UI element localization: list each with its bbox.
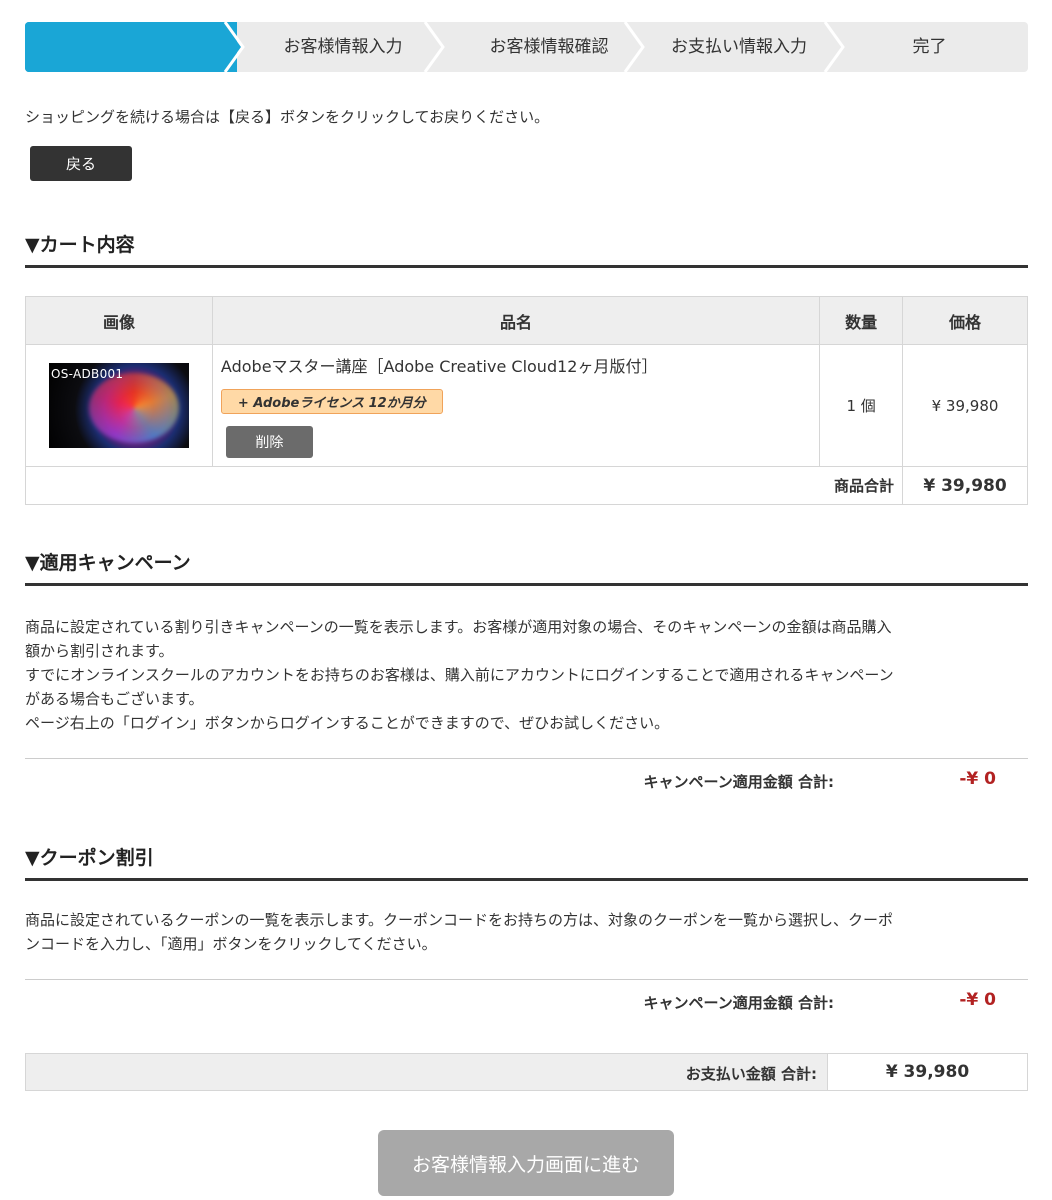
campaign-line: ページ右上の「ログイン」ボタンからログインすることができますので、ぜひお試しくだ… <box>25 714 670 732</box>
payment-total-label: お支払い金額 合計: <box>685 1065 817 1083</box>
step-complete: 完了 <box>912 37 947 57</box>
quantity-cell: 1 個 <box>819 344 904 467</box>
campaign-sum-label: キャンペーン適用金額 合計: <box>643 773 834 791</box>
checkout-steps: カート内容 お客様情報入力 お客様情報確認 お支払い情報入力 完了 <box>25 22 1028 72</box>
subtotal-label: 商品合計 <box>24 466 904 505</box>
step-cart: カート内容 <box>25 22 237 72</box>
license-option-badge: + Adobeライセンス 12か月分 <box>220 389 443 414</box>
header-image: 画像 <box>25 296 213 345</box>
price-cell: ¥ 39,980 <box>902 344 1028 467</box>
campaign-line: すでにオンラインスクールのアカウントをお持ちのお客様は、購入前にアカウントにログ… <box>25 666 894 684</box>
continue-shopping-instruction: ショッピングを続ける場合は【戻る】ボタンをクリックしてお戻りください。 <box>25 108 550 126</box>
header-name: 品名 <box>211 296 821 345</box>
cart-section-title: ▼カート内容 <box>25 230 1028 268</box>
step-payment-info: お支払い情報入力 <box>671 37 807 57</box>
product-name-cell: Adobeマスター講座［Adobe Creative Cloud12ヶ月版付］ … <box>211 344 821 467</box>
cart-table-header: 画像 品名 数量 価格 <box>25 296 1028 345</box>
campaign-description: 商品に設定されている割り引きキャンペーンの一覧を表示します。お客様が適用対象の場… <box>25 615 1028 735</box>
coupon-sum-row: キャンペーン適用金額 合計: -¥ 0 <box>25 979 1028 1023</box>
payment-total-value: ¥ 39,980 <box>827 1054 1027 1090</box>
coupon-line: ンコードを入力し、「適用」ボタンをクリックしてください。 <box>25 935 437 953</box>
campaign-line: がある場合もございます。 <box>25 690 204 708</box>
subtotal-value: ¥ 39,980 <box>902 466 1028 505</box>
coupon-line: 商品に設定されているクーポンの一覧を表示します。クーポンコードをお持ちの方は、対… <box>25 911 894 929</box>
campaign-section-title: ▼適用キャンペーン <box>25 548 1028 586</box>
coupon-sum-value: -¥ 0 <box>959 990 996 1010</box>
campaign-sum-row: キャンペーン適用金額 合計: -¥ 0 <box>25 758 1028 802</box>
product-image-cell: OS-ADB001 <box>25 344 213 467</box>
cart-table: 画像 品名 数量 価格 OS-ADB001 Adobeマスター講座［Adobe … <box>24 296 1028 505</box>
proceed-to-customer-info-button[interactable]: お客様情報入力画面に進む <box>378 1130 674 1196</box>
product-thumbnail: OS-ADB001 <box>48 363 189 448</box>
table-row: OS-ADB001 Adobeマスター講座［Adobe Creative Clo… <box>25 344 1028 467</box>
coupon-section-title: ▼クーポン割引 <box>25 843 1028 881</box>
header-price: 価格 <box>902 296 1028 345</box>
product-code: OS-ADB001 <box>50 367 124 381</box>
step-customer-info: お客様情報入力 <box>283 37 403 57</box>
campaign-sum-value: -¥ 0 <box>959 769 996 789</box>
header-qty: 数量 <box>819 296 904 345</box>
coupon-description: 商品に設定されているクーポンの一覧を表示します。クーポンコードをお持ちの方は、対… <box>25 908 1028 956</box>
product-name: Adobeマスター講座［Adobe Creative Cloud12ヶ月版付］ <box>220 357 658 376</box>
campaign-line: 額から割引されます。 <box>25 642 174 660</box>
subtotal-row: 商品合計 ¥ 39,980 <box>24 466 1028 505</box>
coupon-sum-label: キャンペーン適用金額 合計: <box>643 994 834 1012</box>
payment-total-row: お支払い金額 合計: ¥ 39,980 <box>25 1053 1028 1091</box>
back-button[interactable]: 戻る <box>30 146 132 181</box>
campaign-line: 商品に設定されている割り引きキャンペーンの一覧を表示します。お客様が適用対象の場… <box>25 618 892 636</box>
delete-button[interactable]: 削除 <box>225 426 313 458</box>
